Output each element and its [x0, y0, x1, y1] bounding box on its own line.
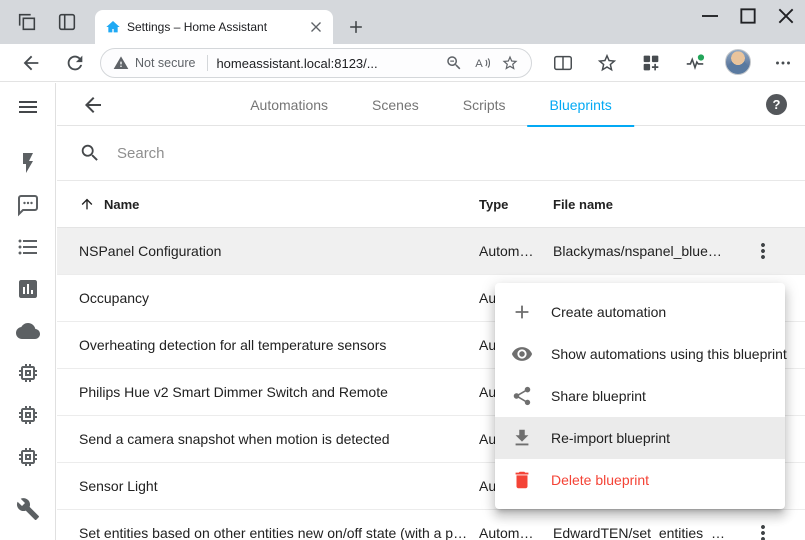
window-controls	[691, 0, 805, 32]
collections-icon[interactable]	[640, 52, 662, 74]
back-button[interactable]	[20, 52, 42, 74]
sidebar-history-chart-icon[interactable]	[16, 277, 40, 301]
menu-item-create-automation[interactable]: Create automation	[495, 291, 785, 333]
favorites-hub-icon[interactable]	[596, 52, 618, 74]
minimize-button[interactable]	[691, 0, 729, 32]
tab-automations[interactable]: Automations	[228, 83, 350, 127]
sort-ascending-icon	[79, 196, 95, 212]
sidebar-integration-chip-icon[interactable]	[16, 403, 40, 427]
menu-item-label: Share blueprint	[551, 388, 646, 404]
sidebar-integration-chip-icon[interactable]	[16, 361, 40, 385]
search-icon	[79, 142, 101, 164]
split-screen-icon[interactable]	[552, 52, 574, 74]
ha-tab-bar: Automations Scenes Scripts Blueprints	[228, 83, 634, 127]
zoom-icon[interactable]	[445, 54, 463, 72]
row-name: Overheating detection for all temperatur…	[79, 337, 479, 353]
help-button[interactable]: ?	[766, 94, 787, 115]
menu-item-label: Show automations using this blueprint	[551, 346, 787, 362]
import-download-icon	[511, 427, 533, 449]
row-file: EdwardTEN/set_entities_bas…	[553, 525, 739, 540]
sidebar-integration-chip-icon[interactable]	[16, 445, 40, 469]
eye-icon	[511, 343, 533, 365]
ha-sidebar	[0, 83, 56, 540]
menu-item-label: Re-import blueprint	[551, 430, 670, 446]
table-row[interactable]: Set entities based on other entities new…	[57, 510, 805, 540]
table-header-row: Name Type File name	[57, 181, 805, 228]
svg-text:A: A	[475, 58, 483, 70]
browser-tab[interactable]: Settings – Home Assistant	[95, 10, 333, 44]
close-button[interactable]	[767, 0, 805, 32]
sidebar-menu-icon[interactable]	[16, 95, 40, 119]
row-overflow-menu-button[interactable]	[751, 521, 775, 540]
tab-close-icon[interactable]	[307, 18, 325, 36]
row-name: Occupancy	[79, 290, 479, 306]
browser-window: Settings – Home Assistant Not secure	[0, 0, 805, 540]
home-assistant-page: Automations Scenes Scripts Blueprints ?	[0, 83, 805, 540]
new-tab-button[interactable]	[346, 17, 366, 37]
column-label-name: Name	[104, 197, 139, 212]
home-assistant-favicon	[105, 19, 121, 35]
tab-scripts[interactable]: Scripts	[441, 83, 528, 127]
menu-item-label: Delete blueprint	[551, 472, 649, 488]
share-icon	[511, 385, 533, 407]
ha-header: Automations Scenes Scripts Blueprints ?	[57, 83, 805, 126]
profile-avatar[interactable]	[725, 49, 751, 75]
row-type: Autom…	[479, 525, 553, 540]
sidebar-energy-icon[interactable]	[16, 151, 40, 175]
table-row[interactable]: NSPanel Configuration Autom… Blackymas/n…	[57, 228, 805, 275]
row-overflow-menu-button[interactable]	[751, 239, 775, 263]
sidebar-assist-chat-icon[interactable]	[16, 193, 40, 217]
favorite-star-icon[interactable]	[501, 54, 519, 72]
column-header-name[interactable]: Name	[79, 196, 479, 212]
sidebar-cloud-icon[interactable]	[16, 319, 40, 343]
row-file: Blackymas/nspanel_blueprin…	[553, 243, 739, 259]
refresh-button[interactable]	[64, 52, 86, 74]
row-context-menu: Create automation Show automations using…	[495, 283, 785, 509]
column-header-file[interactable]: File name	[553, 197, 739, 212]
settings-menu-icon[interactable]	[772, 52, 794, 74]
sidebar-logbook-list-icon[interactable]	[16, 235, 40, 259]
menu-item-show-automations[interactable]: Show automations using this blueprint	[495, 333, 785, 375]
trash-icon	[511, 469, 533, 491]
read-aloud-icon[interactable]: A	[473, 54, 491, 72]
tab-blueprints[interactable]: Blueprints	[528, 83, 634, 127]
row-name: Send a camera snapshot when motion is de…	[79, 431, 479, 447]
row-name: Set entities based on other entities new…	[79, 525, 479, 540]
tab-scenes[interactable]: Scenes	[350, 83, 441, 127]
tab-title: Settings – Home Assistant	[127, 20, 301, 34]
row-type: Autom…	[479, 243, 553, 259]
not-secure-warning-icon[interactable]	[113, 55, 129, 71]
workspaces-icon[interactable]	[16, 11, 38, 33]
browser-titlebar: Settings – Home Assistant	[0, 0, 805, 44]
sidebar-developer-tools-icon[interactable]	[16, 497, 40, 521]
row-name: NSPanel Configuration	[79, 243, 479, 259]
address-bar[interactable]: Not secure homeassistant.local:8123/... …	[100, 48, 532, 78]
browser-essentials-icon[interactable]	[684, 52, 706, 74]
browser-toolbar: Not secure homeassistant.local:8123/... …	[0, 44, 805, 82]
menu-item-label: Create automation	[551, 304, 666, 320]
maximize-button[interactable]	[729, 0, 767, 32]
address-divider	[207, 55, 208, 71]
url-text[interactable]: homeassistant.local:8123/...	[216, 56, 435, 71]
row-name: Sensor Light	[79, 478, 479, 494]
security-label[interactable]: Not secure	[135, 56, 195, 70]
tab-actions-icon[interactable]	[56, 11, 78, 33]
row-name: Philips Hue v2 Smart Dimmer Switch and R…	[79, 384, 479, 400]
column-header-type[interactable]: Type	[479, 197, 553, 212]
ha-back-icon[interactable]	[81, 93, 105, 117]
search-input[interactable]	[115, 144, 435, 163]
menu-item-reimport-blueprint[interactable]: Re-import blueprint	[495, 417, 785, 459]
menu-item-delete-blueprint[interactable]: Delete blueprint	[495, 459, 785, 501]
search-row	[57, 126, 805, 181]
menu-item-share-blueprint[interactable]: Share blueprint	[495, 375, 785, 417]
plus-icon	[511, 301, 533, 323]
